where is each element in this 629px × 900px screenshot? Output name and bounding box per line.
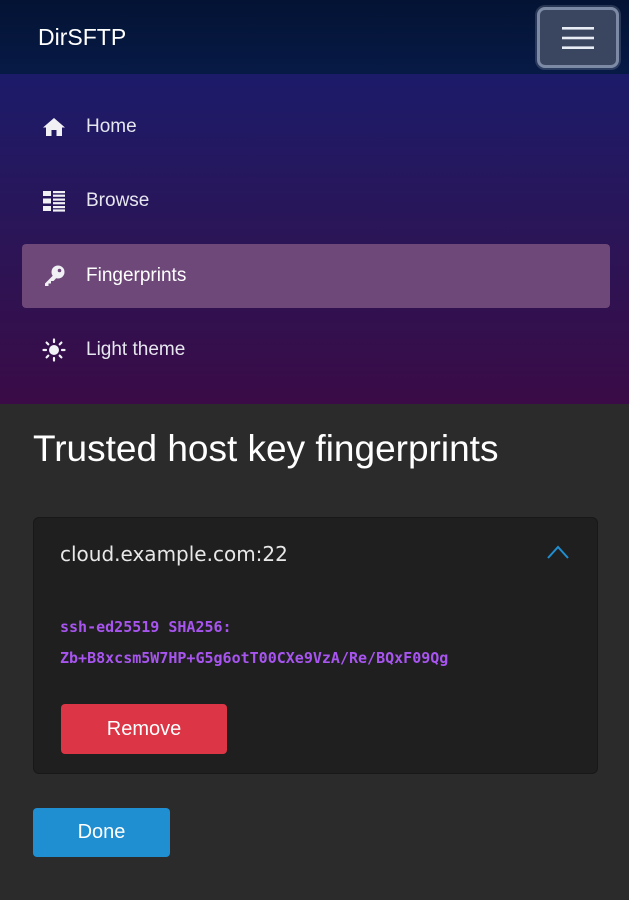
fingerprint-algorithm: ssh-ed25519 SHA256:: [60, 618, 232, 636]
nav-item-light-theme[interactable]: Light theme: [22, 318, 610, 382]
fingerprint-value: Zb+B8xcsm5W7HP+G5g6otT00CXe9VzA/Re/BQxF0…: [60, 649, 449, 667]
nav-item-fingerprints[interactable]: Fingerprints: [22, 244, 610, 308]
page-title: Trusted host key fingerprints: [33, 428, 499, 469]
nav-item-browse[interactable]: Browse: [22, 169, 610, 233]
key-icon: [42, 264, 66, 288]
hamburger-menu-icon: [562, 26, 594, 49]
remove-button[interactable]: Remove: [61, 704, 227, 754]
nav-label-home: Home: [86, 116, 137, 137]
top-navbar: DirSFTP: [0, 0, 629, 74]
menu-toggle-button[interactable]: [537, 7, 619, 68]
chevron-up-icon[interactable]: [546, 544, 570, 560]
nav-label-browse: Browse: [86, 190, 150, 211]
done-button[interactable]: Done: [33, 808, 170, 857]
brand-title[interactable]: DirSFTP: [38, 24, 126, 51]
host-fingerprint-card: cloud.example.com:22 ssh-ed25519 SHA256:…: [33, 517, 598, 774]
nav-menu: Home Browse Fingerprints Light theme: [0, 74, 629, 404]
nav-item-home[interactable]: Home: [22, 95, 610, 159]
host-name[interactable]: cloud.example.com:22: [60, 542, 288, 566]
sun-icon: [42, 338, 66, 362]
nav-label-fingerprints: Fingerprints: [86, 265, 187, 286]
nav-label-light-theme: Light theme: [86, 339, 186, 360]
home-icon: [42, 115, 66, 139]
list-icon: [42, 189, 66, 213]
